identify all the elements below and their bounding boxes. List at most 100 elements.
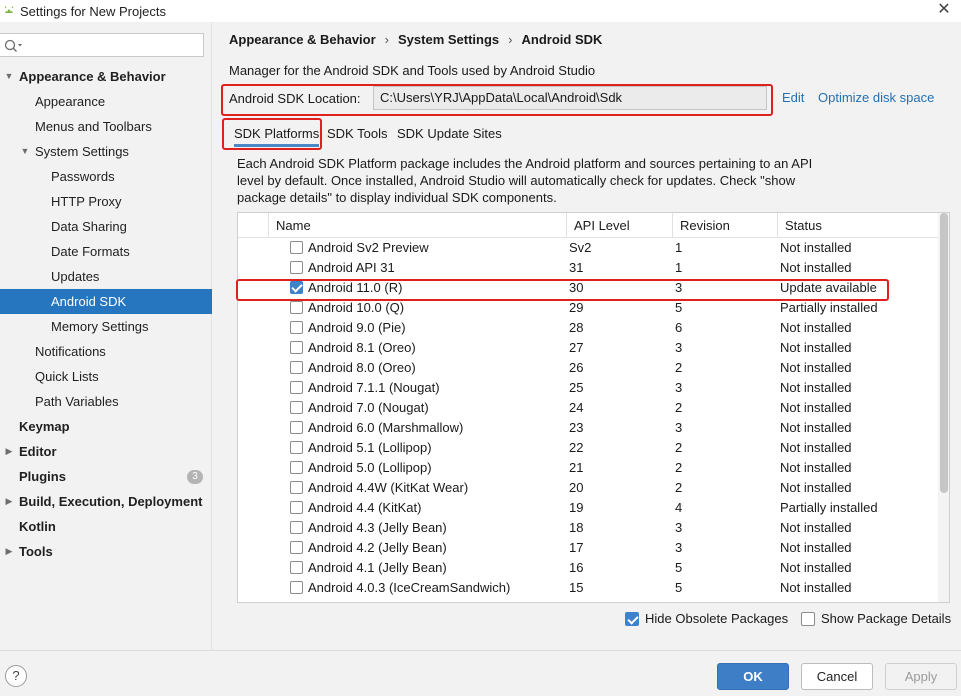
sidebar-item-editor[interactable]: ▶ Editor	[0, 439, 212, 464]
table-row[interactable]: Android 7.0 (Nougat) 24 2 Not installed	[238, 398, 938, 418]
table-scrollbar[interactable]	[938, 213, 949, 602]
package-checkbox[interactable]	[290, 561, 303, 574]
revision: 3	[675, 280, 683, 295]
sidebar-item-system-settings[interactable]: ▼ System Settings	[0, 139, 212, 164]
chevron-down-icon[interactable]: ▼	[3, 64, 15, 89]
chevron-right-icon[interactable]: ▶	[3, 489, 15, 514]
sidebar-item-notifications[interactable]: Notifications	[0, 339, 212, 364]
column-header-api-level[interactable]: API Level	[566, 213, 672, 238]
package-checkbox[interactable]	[290, 241, 303, 254]
table-row[interactable]: Android Sv2 Preview Sv2 1 Not installed	[238, 238, 938, 258]
table-row[interactable]: Android 8.1 (Oreo) 27 3 Not installed	[238, 338, 938, 358]
tab-sdk-update-sites[interactable]: SDK Update Sites	[397, 126, 502, 141]
sidebar-item-android-sdk[interactable]: Android SDK	[0, 289, 212, 314]
sidebar-item-data-sharing[interactable]: Data Sharing	[0, 214, 212, 239]
package-checkbox[interactable]	[290, 361, 303, 374]
sidebar-item-label: Kotlin	[19, 519, 56, 534]
window-title: Settings for New Projects	[20, 3, 166, 19]
sidebar-item-label: Data Sharing	[51, 219, 127, 234]
sidebar-item-kotlin[interactable]: Kotlin	[0, 514, 212, 539]
sidebar-item-quick-lists[interactable]: Quick Lists	[0, 364, 212, 389]
chevron-right-icon[interactable]: ▶	[3, 439, 15, 464]
sidebar-item-keymap[interactable]: Keymap	[0, 414, 212, 439]
package-checkbox[interactable]	[290, 481, 303, 494]
package-checkbox[interactable]	[290, 521, 303, 534]
sidebar-item-menus-and-toolbars[interactable]: Menus and Toolbars	[0, 114, 212, 139]
optimize-disk-space-link[interactable]: Optimize disk space	[818, 90, 934, 105]
dialog-footer: ? OK Cancel Apply	[0, 650, 961, 696]
table-row[interactable]: Android 5.0 (Lollipop) 21 2 Not installed	[238, 458, 938, 478]
sidebar-item-passwords[interactable]: Passwords	[0, 164, 212, 189]
table-row[interactable]: Android 4.3 (Jelly Bean) 18 3 Not installed	[238, 518, 938, 538]
tab-sdk-tools[interactable]: SDK Tools	[327, 126, 387, 141]
chevron-right-icon[interactable]: ▶	[3, 539, 15, 564]
sidebar-item-appearance[interactable]: Appearance	[0, 89, 212, 114]
sidebar-item-updates[interactable]: Updates	[0, 264, 212, 289]
sidebar-item-label: Memory Settings	[51, 319, 149, 334]
package-checkbox[interactable]	[290, 461, 303, 474]
table-row[interactable]: Android 5.1 (Lollipop) 22 2 Not installed	[238, 438, 938, 458]
api-level: 23	[569, 420, 584, 435]
install-status: Not installed	[780, 360, 852, 375]
table-row[interactable]: Android 4.0.3 (IceCreamSandwich) 15 5 Not i…	[238, 578, 938, 598]
apply-button[interactable]: Apply	[885, 663, 957, 690]
help-button[interactable]: ?	[5, 665, 27, 687]
sidebar-item-date-formats[interactable]: Date Formats	[0, 239, 212, 264]
package-checkbox[interactable]	[290, 401, 303, 414]
sidebar-item-appearance-behavior[interactable]: ▼ Appearance & Behavior	[0, 64, 212, 89]
table-row[interactable]: Android 6.0 (Marshmallow) 23 3 Not installe…	[238, 418, 938, 438]
table-row[interactable]: Android 4.4W (KitKat Wear) 20 2 Not install…	[238, 478, 938, 498]
ok-button[interactable]: OK	[717, 663, 789, 690]
package-checkbox[interactable]	[290, 541, 303, 554]
sidebar-item-path-variables[interactable]: Path Variables	[0, 389, 212, 414]
settings-search-input[interactable]	[0, 33, 204, 57]
sidebar-item-label: Date Formats	[51, 244, 130, 259]
tab-sdk-platforms[interactable]: SDK Platforms	[234, 126, 320, 147]
hide-obsolete-checkbox[interactable]	[625, 612, 639, 626]
cancel-button[interactable]: Cancel	[801, 663, 873, 690]
breadcrumb-system-settings[interactable]: System Settings	[398, 32, 499, 47]
column-header-name[interactable]: Name	[268, 213, 566, 238]
api-level: 18	[569, 520, 584, 535]
sidebar-item-memory-settings[interactable]: Memory Settings	[0, 314, 212, 339]
api-level: 17	[569, 540, 584, 555]
close-icon[interactable]: ✕	[935, 1, 953, 19]
package-checkbox[interactable]	[290, 261, 303, 274]
table-row[interactable]: Android 11.0 (R) 30 3 Update available	[238, 278, 938, 298]
edit-sdk-location-link[interactable]: Edit	[782, 90, 804, 105]
table-row[interactable]: Android 8.0 (Oreo) 26 2 Not installed	[238, 358, 938, 378]
show-package-details-checkbox[interactable]	[801, 612, 815, 626]
table-row[interactable]: Android 4.4 (KitKat) 19 4 Partially install…	[238, 498, 938, 518]
package-checkbox[interactable]	[290, 301, 303, 314]
package-checkbox[interactable]	[290, 501, 303, 514]
sidebar-item-http-proxy[interactable]: HTTP Proxy	[0, 189, 212, 214]
chevron-down-icon[interactable]: ▼	[19, 139, 31, 164]
sidebar-item-plugins[interactable]: Plugins 3	[0, 464, 212, 489]
table-row[interactable]: Android 7.1.1 (Nougat) 25 3 Not installed	[238, 378, 938, 398]
package-checkbox[interactable]	[290, 441, 303, 454]
column-header-revision[interactable]: Revision	[672, 213, 777, 238]
package-checkbox[interactable]	[290, 281, 303, 294]
package-checkbox[interactable]	[290, 321, 303, 334]
package-checkbox[interactable]	[290, 581, 303, 594]
table-row[interactable]: Android API 31 31 1 Not installed	[238, 258, 938, 278]
sdk-location-field[interactable]: C:\Users\YRJ\AppData\Local\Android\Sdk	[373, 86, 767, 110]
api-level: 25	[569, 380, 584, 395]
sidebar-item-tools[interactable]: ▶ Tools	[0, 539, 212, 564]
breadcrumb-appearance-behavior[interactable]: Appearance & Behavior	[229, 32, 376, 47]
table-row[interactable]: Android 9.0 (Pie) 28 6 Not installed	[238, 318, 938, 338]
api-level: 28	[569, 320, 584, 335]
sidebar-item-label: Quick Lists	[35, 369, 99, 384]
description-line: level by default. Once installed, Androi…	[237, 173, 796, 188]
sidebar-item-build-execution-deployment[interactable]: ▶ Build, Execution, Deployment	[0, 489, 212, 514]
column-header-status[interactable]: Status	[777, 213, 938, 238]
install-status: Not installed	[780, 580, 852, 595]
scrollbar-thumb[interactable]	[940, 213, 948, 493]
install-status: Not installed	[780, 260, 852, 275]
table-row[interactable]: Android 4.1 (Jelly Bean) 16 5 Not installed	[238, 558, 938, 578]
package-checkbox[interactable]	[290, 341, 303, 354]
package-checkbox[interactable]	[290, 381, 303, 394]
table-row[interactable]: Android 4.2 (Jelly Bean) 17 3 Not installed	[238, 538, 938, 558]
table-row[interactable]: Android 10.0 (Q) 29 5 Partially installed	[238, 298, 938, 318]
package-checkbox[interactable]	[290, 421, 303, 434]
